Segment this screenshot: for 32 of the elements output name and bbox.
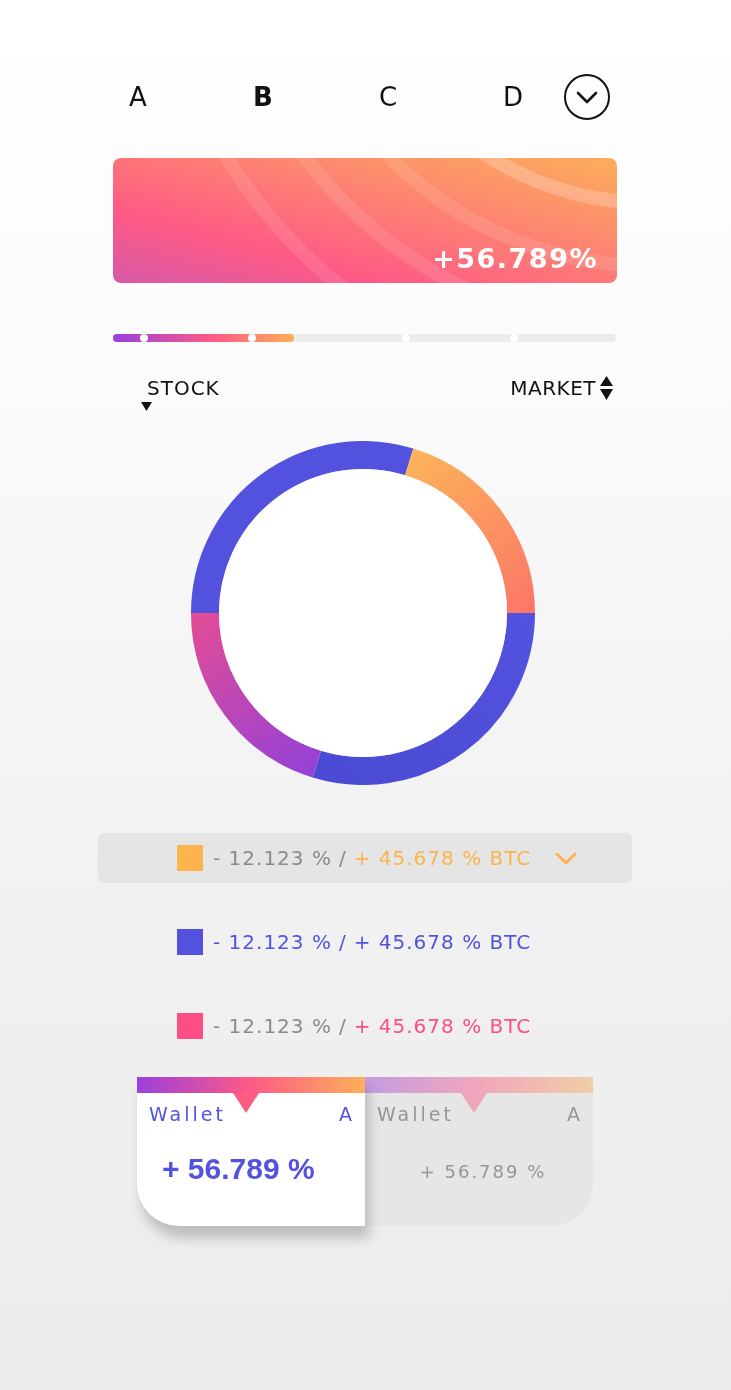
caret-down-icon bbox=[141, 402, 152, 411]
value-text: + 45.678 % BTC bbox=[353, 929, 532, 955]
tab[interactable]: C bbox=[358, 74, 418, 120]
sort-button[interactable]: STOCK bbox=[141, 376, 220, 411]
tab[interactable]: B bbox=[233, 74, 293, 120]
wallet-amount: + 56.789 % bbox=[162, 1151, 315, 1187]
wallet-card[interactable]: Wallet A + 56.789 % bbox=[137, 1077, 365, 1226]
sort-arrows-icon bbox=[600, 376, 613, 400]
wallet-amount: + 56.789 % bbox=[419, 1160, 547, 1184]
wallet-letter: A bbox=[339, 1102, 352, 1126]
tab[interactable]: D bbox=[483, 74, 543, 120]
legend-row[interactable]: - 12.123 % / + 45.678 % BTC bbox=[98, 917, 632, 967]
tab[interactable]: A bbox=[108, 74, 168, 120]
pointer-triangle-icon bbox=[461, 1093, 487, 1113]
sort-button[interactable]: MARKET bbox=[510, 376, 613, 400]
step-dot-icon bbox=[248, 334, 256, 342]
banner-value: +56.789% bbox=[432, 242, 598, 276]
wallet-letter: A bbox=[567, 1102, 580, 1126]
step-dot-icon bbox=[140, 334, 148, 342]
value-text: + 45.678 % BTC bbox=[353, 845, 532, 871]
separator-text: / bbox=[338, 929, 347, 955]
dropdown-button[interactable] bbox=[564, 74, 610, 120]
chevron-down-icon bbox=[576, 90, 598, 104]
change-text: - 12.123 % bbox=[213, 1013, 332, 1039]
value-text: + 45.678 % BTC bbox=[353, 1013, 532, 1039]
separator-text: / bbox=[338, 1013, 347, 1039]
change-text: - 12.123 % bbox=[213, 845, 332, 871]
separator-text: / bbox=[338, 845, 347, 871]
change-text: - 12.123 % bbox=[213, 929, 332, 955]
pointer-triangle-icon bbox=[233, 1093, 259, 1113]
wallet-label: Wallet bbox=[149, 1102, 226, 1126]
wallet-label: Wallet bbox=[377, 1102, 454, 1126]
